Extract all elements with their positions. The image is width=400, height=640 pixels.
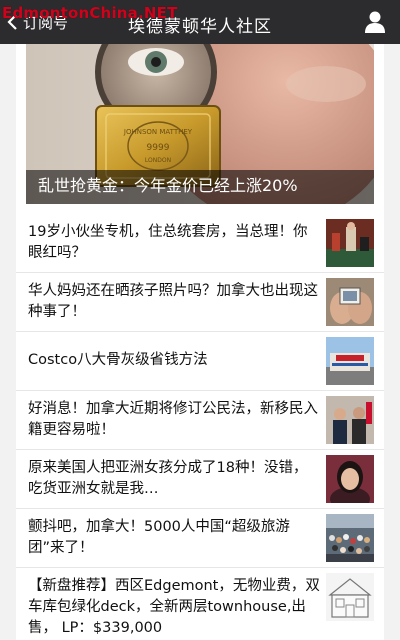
- article-thumbnail: [326, 514, 374, 562]
- list-item[interactable]: 华人妈妈还在晒孩子照片吗？加拿大也出现这种事了！: [16, 272, 384, 331]
- list-item[interactable]: 【新盘推荐】西区Edgemont，无物业费，双车库包绿化deck，全新两层tow…: [16, 567, 384, 636]
- article-thumbnail: [326, 337, 374, 385]
- article-title: 原来美国人把亚洲女孩分成了18种！没错，吃货亚洲女就是我…: [28, 460, 308, 497]
- bar-maker-text: JOHNSON MATTHEY: [123, 128, 193, 136]
- article-title: 19岁小伙坐专机，住总统套房，当总理！你眼红吗？: [28, 224, 308, 261]
- article-title: 颤抖吧，加拿大！5000人中国“超级旅游团”来了！: [28, 519, 290, 556]
- article-thumbnail: [326, 278, 374, 326]
- bar-purity-text: 9999: [147, 143, 170, 153]
- list-item[interactable]: 19岁小伙坐专机，住总统套房，当总理！你眼红吗？: [16, 214, 384, 272]
- hero-caption: 乱世抢黄金：今年金价已经上涨20%: [38, 176, 298, 195]
- article-title: 好消息！加拿大近期将修订公民法，新移民入籍更容易啦！: [28, 401, 318, 438]
- bar-city-text: LONDON: [145, 157, 171, 164]
- hero-article[interactable]: JOHNSON MATTHEY 9999 LONDON 乱世抢黄金：今年金价已经…: [26, 44, 374, 204]
- list-item[interactable]: 好消息！加拿大近期将修订公民法，新移民入籍更容易啦！: [16, 390, 384, 449]
- article-thumbnail: [326, 219, 374, 267]
- article-list: 19岁小伙坐专机，住总统套房，当总理！你眼红吗？ 华人妈妈还在晒孩子照片吗？加拿…: [16, 214, 384, 636]
- article-title: 【新盘推荐】西区Edgemont，无物业费，双车库包绿化deck，全新两层tow…: [28, 578, 320, 636]
- app-window: 订阅号 埃德蒙顿华人社区 EdmontonChina.NET JOHNSON M…: [0, 0, 400, 640]
- article-thumbnail: [326, 455, 374, 503]
- article-title: 华人妈妈还在晒孩子照片吗？加拿大也出现这种事了！: [28, 283, 318, 320]
- list-item[interactable]: Costco八大骨灰级省钱方法: [16, 331, 384, 390]
- list-item[interactable]: 颤抖吧，加拿大！5000人中国“超级旅游团”来了！: [16, 508, 384, 567]
- site-watermark: EdmontonChina.NET: [2, 4, 178, 22]
- person-icon[interactable]: [364, 10, 386, 34]
- top-navigation-bar: 订阅号 埃德蒙顿华人社区 EdmontonChina.NET: [0, 0, 400, 44]
- article-title: Costco八大骨灰级省钱方法: [28, 352, 208, 368]
- article-feed: JOHNSON MATTHEY 9999 LONDON 乱世抢黄金：今年金价已经…: [16, 44, 384, 640]
- article-thumbnail: [326, 573, 374, 621]
- list-item[interactable]: 原来美国人把亚洲女孩分成了18种！没错，吃货亚洲女就是我…: [16, 449, 384, 508]
- article-thumbnail: [326, 396, 374, 444]
